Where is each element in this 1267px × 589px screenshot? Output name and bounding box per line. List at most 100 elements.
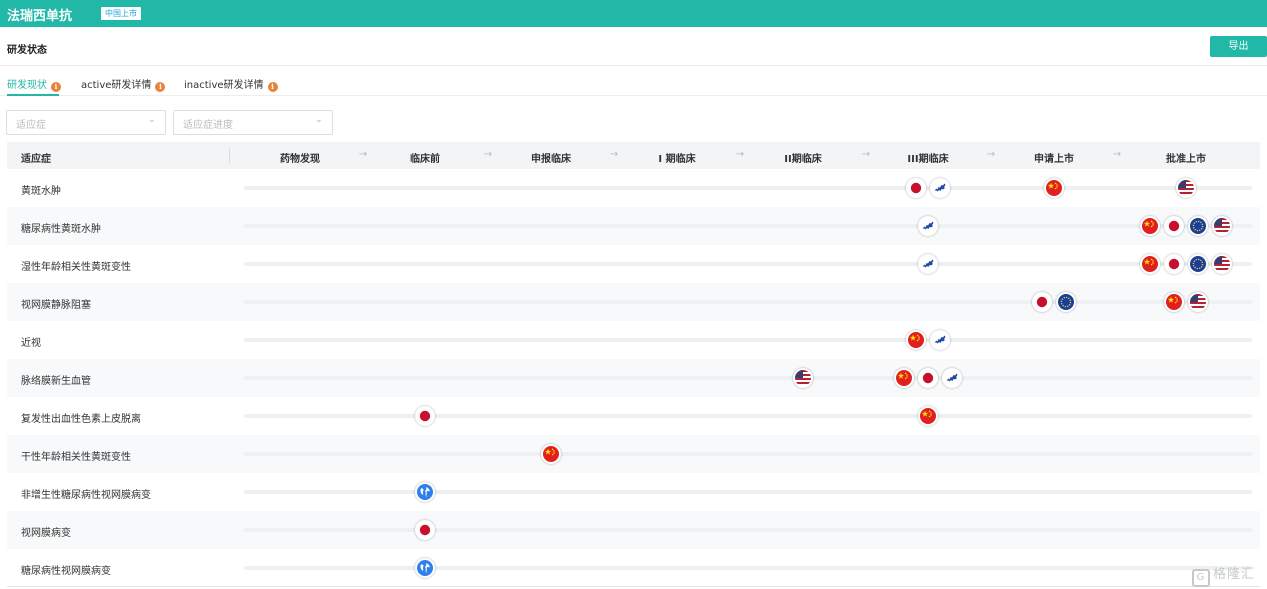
china-flag-icon[interactable] bbox=[906, 330, 926, 350]
tab-active-details[interactable]: active研发详情 i bbox=[81, 76, 166, 92]
phase-arrow-icon: → bbox=[861, 149, 871, 160]
phase-track bbox=[244, 338, 1252, 342]
phase-track bbox=[244, 490, 1252, 494]
phase-column-header: III期临床 bbox=[907, 154, 949, 165]
watermark: G 格隆汇 bbox=[1192, 563, 1255, 587]
europe-map-icon[interactable] bbox=[918, 216, 938, 236]
table-row: 干性年龄相关性黄斑变性 bbox=[7, 435, 1260, 473]
phase-arrow-icon: → bbox=[609, 149, 619, 160]
phase-marker-group bbox=[1176, 178, 1196, 198]
table-row: 湿性年龄相关性黄斑变性 bbox=[7, 245, 1260, 283]
indication-label: 糖尿病性黄斑水肿 bbox=[21, 224, 101, 235]
china-flag-icon[interactable] bbox=[1164, 292, 1184, 312]
indication-select-placeholder: 适应症 bbox=[16, 120, 46, 131]
phase-column-header: 申请上市 bbox=[1034, 154, 1074, 165]
japan-flag-icon[interactable] bbox=[906, 178, 926, 198]
phase-arrow-icon: → bbox=[986, 149, 996, 160]
japan-flag-icon[interactable] bbox=[1164, 254, 1184, 274]
info-icon: i bbox=[155, 82, 166, 92]
top-header-bar: 法瑞西单抗 中国上市 bbox=[0, 0, 1267, 27]
china-flag-icon[interactable] bbox=[541, 444, 561, 464]
japan-flag-icon[interactable] bbox=[1032, 292, 1052, 312]
phase-column-header: 批准上市 bbox=[1166, 154, 1206, 165]
tab-inactive-details[interactable]: inactive研发详情 i bbox=[184, 76, 278, 92]
phase-marker-group bbox=[1140, 254, 1232, 274]
indication-progress-select[interactable]: 适应症进度 ⌄ bbox=[173, 110, 333, 135]
table-row: 糖尿病性黄斑水肿 bbox=[7, 207, 1260, 245]
usa-flag-icon[interactable] bbox=[793, 368, 813, 388]
phase-marker-group bbox=[906, 330, 950, 350]
table-bottom-border bbox=[7, 586, 1260, 587]
eu-flag-icon[interactable] bbox=[1056, 292, 1076, 312]
phase-track bbox=[244, 224, 1252, 228]
phase-column-header: 药物发现 bbox=[280, 154, 320, 165]
info-icon: i bbox=[51, 82, 61, 92]
phase-track bbox=[244, 186, 1252, 190]
phase-marker-group bbox=[415, 520, 435, 540]
tab-label: inactive研发详情 bbox=[184, 80, 264, 91]
indication-label: 近视 bbox=[21, 338, 41, 349]
phase-track bbox=[244, 300, 1252, 304]
phase-marker-group bbox=[918, 254, 938, 274]
phase-marker-group bbox=[894, 368, 962, 388]
export-button[interactable]: 导出 bbox=[1210, 36, 1267, 57]
phase-marker-group bbox=[1044, 178, 1064, 198]
china-flag-icon[interactable] bbox=[1140, 254, 1160, 274]
phase-marker-group bbox=[541, 444, 561, 464]
indication-label: 视网膜静脉阻塞 bbox=[21, 300, 91, 311]
table-row: 近视 bbox=[7, 321, 1260, 359]
phase-marker-group bbox=[1032, 292, 1076, 312]
phase-marker-group bbox=[415, 406, 435, 426]
tab-label: active研发详情 bbox=[81, 80, 152, 91]
drug-name: 法瑞西单抗 bbox=[7, 9, 73, 24]
phase-column-header: II期临床 bbox=[784, 154, 822, 165]
market-status-badge: 中国上市 bbox=[101, 7, 141, 20]
phase-marker-group bbox=[918, 406, 938, 426]
phase-arrow-icon: → bbox=[1112, 149, 1122, 160]
usa-flag-icon[interactable] bbox=[1212, 254, 1232, 274]
europe-map-icon[interactable] bbox=[918, 254, 938, 274]
table-row: 视网膜病变 bbox=[7, 511, 1260, 549]
china-flag-icon[interactable] bbox=[1044, 178, 1064, 198]
chevron-down-icon: ⌄ bbox=[314, 114, 323, 125]
indication-label: 视网膜病变 bbox=[21, 528, 71, 539]
eu-flag-icon[interactable] bbox=[1188, 216, 1208, 236]
indication-select[interactable]: 适应症 ⌄ bbox=[6, 110, 166, 135]
table-header: 适应症 药物发现 → 临床前 → 申报临床 → I 期临床 → II期临床 → III期临床 → 申请上… bbox=[7, 142, 1260, 169]
indication-column-header: 适应症 bbox=[21, 154, 51, 165]
usa-flag-icon[interactable] bbox=[1212, 216, 1232, 236]
phase-arrow-icon: → bbox=[358, 149, 368, 160]
phase-column-header: 临床前 bbox=[410, 154, 440, 165]
indication-label: 非增生性糖尿病性视网膜病变 bbox=[21, 490, 151, 501]
phase-track bbox=[244, 528, 1252, 532]
phase-column-header: 申报临床 bbox=[531, 154, 571, 165]
phase-marker-group bbox=[1140, 216, 1232, 236]
phase-marker-group bbox=[415, 558, 435, 578]
indication-label: 湿性年龄相关性黄斑变性 bbox=[21, 262, 131, 273]
table-row: 脉络膜新生血管 bbox=[7, 359, 1260, 397]
table-row: 糖尿病性视网膜病变 bbox=[7, 549, 1260, 587]
phase-track bbox=[244, 376, 1252, 380]
table-row: 非增生性糖尿病性视网膜病变 bbox=[7, 473, 1260, 511]
globe-icon[interactable] bbox=[415, 558, 435, 578]
china-flag-icon[interactable] bbox=[894, 368, 914, 388]
europe-map-icon[interactable] bbox=[942, 368, 962, 388]
tab-label: 研发现状 bbox=[7, 80, 47, 91]
globe-icon[interactable] bbox=[415, 482, 435, 502]
japan-flag-icon[interactable] bbox=[918, 368, 938, 388]
europe-map-icon[interactable] bbox=[930, 330, 950, 350]
table-row: 黄斑水肿 bbox=[7, 169, 1260, 207]
japan-flag-icon[interactable] bbox=[415, 520, 435, 540]
japan-flag-icon[interactable] bbox=[415, 406, 435, 426]
europe-map-icon[interactable] bbox=[930, 178, 950, 198]
tab-status[interactable]: 研发现状 i bbox=[7, 76, 61, 92]
japan-flag-icon[interactable] bbox=[1164, 216, 1184, 236]
info-icon: i bbox=[267, 82, 278, 92]
china-flag-icon[interactable] bbox=[1140, 216, 1160, 236]
china-flag-icon[interactable] bbox=[918, 406, 938, 426]
phase-arrow-icon: → bbox=[735, 149, 745, 160]
eu-flag-icon[interactable] bbox=[1188, 254, 1208, 274]
active-tab-indicator bbox=[7, 94, 59, 96]
usa-flag-icon[interactable] bbox=[1188, 292, 1208, 312]
usa-flag-icon[interactable] bbox=[1176, 178, 1196, 198]
